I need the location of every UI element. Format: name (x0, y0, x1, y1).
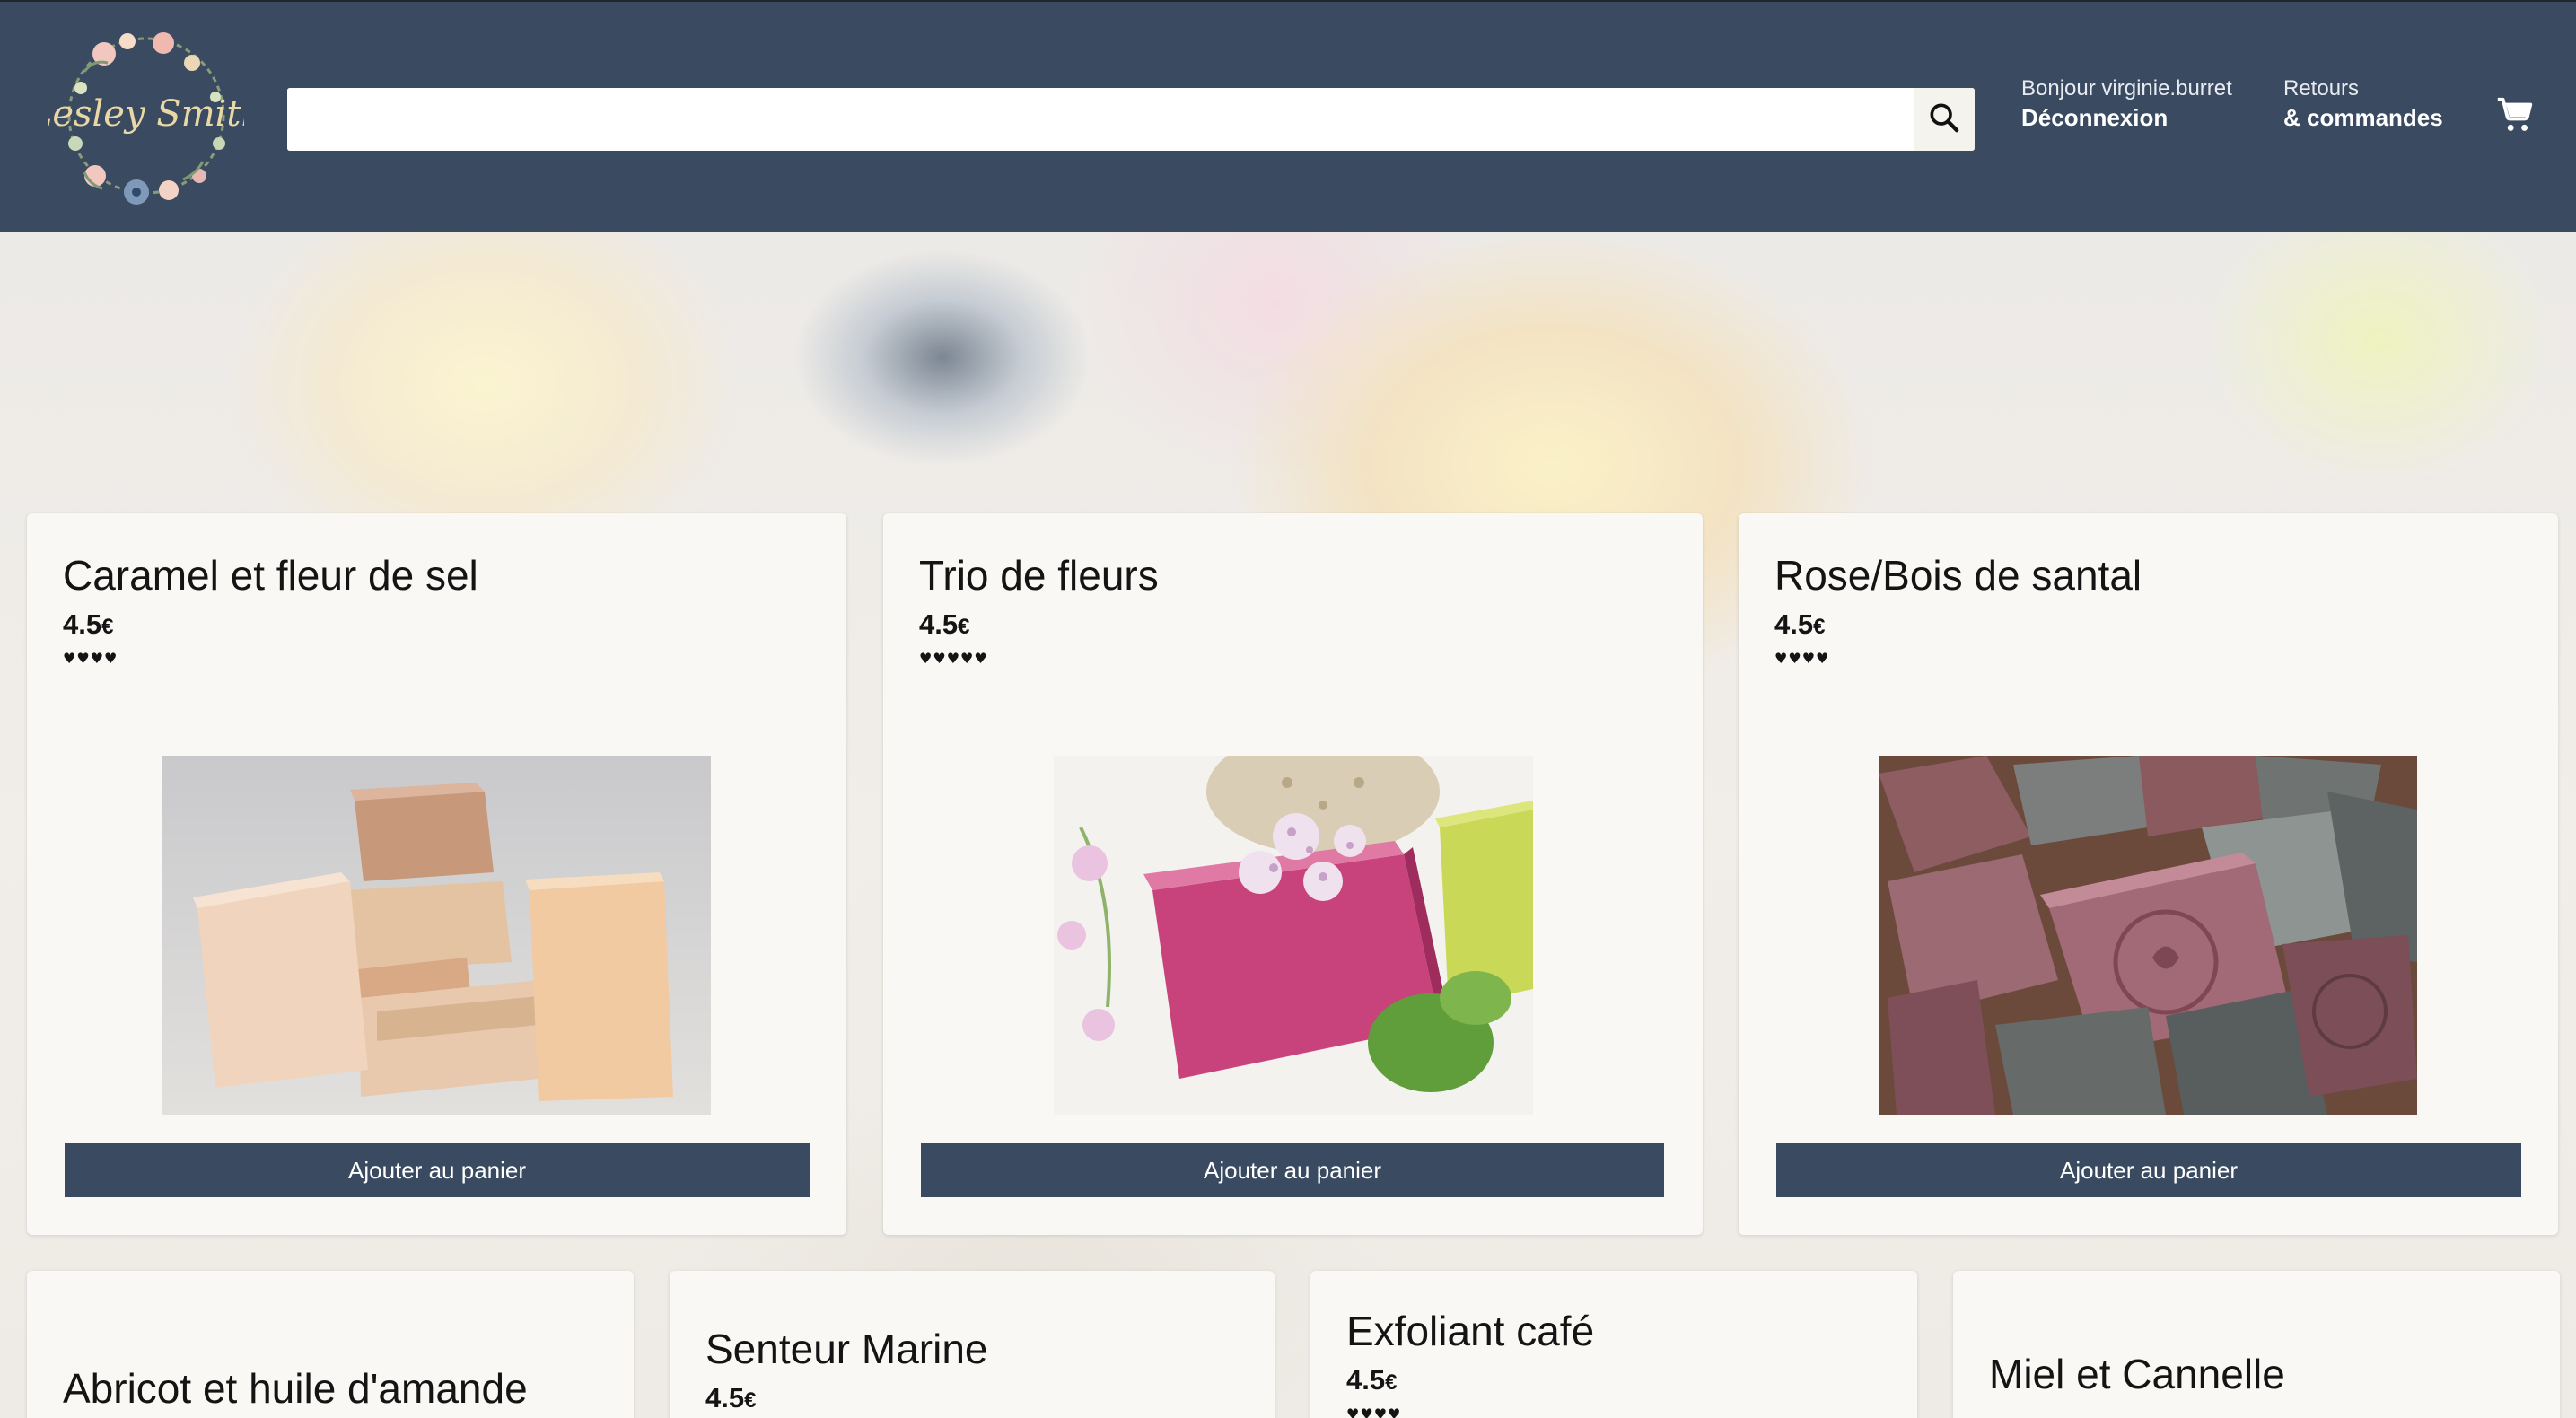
search-icon (1926, 100, 1962, 140)
account-greeting: Bonjour virginie.burret (2021, 76, 2232, 101)
product-price: 4.5€ (63, 608, 114, 640)
orders-label: & commandes (2283, 104, 2443, 131)
add-to-cart-button[interactable]: Ajouter au panier (65, 1143, 810, 1197)
brand-logo[interactable]: Lesley Smith (28, 18, 264, 214)
product-title[interactable]: Trio de fleurs (919, 551, 1159, 600)
product-title[interactable]: Senteur Marine (705, 1325, 988, 1373)
add-to-cart-button[interactable]: Ajouter au panier (1776, 1143, 2521, 1197)
logout-link[interactable]: Déconnexion (2021, 102, 2232, 133)
product-title[interactable]: Exfoliant café (1346, 1307, 1594, 1355)
product-image[interactable] (162, 756, 711, 1115)
product-price: 4.5€ (919, 608, 970, 640)
returns-orders-link[interactable]: Retours & commandes (2283, 75, 2443, 133)
account-menu[interactable]: Bonjour virginie.burret Déconnexion (2021, 75, 2232, 133)
product-title[interactable]: Rose/Bois de santal (1774, 551, 2142, 600)
add-to-cart-button[interactable]: Ajouter au panier (921, 1143, 1664, 1197)
product-card: Rose/Bois de santal 4.5€ ♥♥♥♥ Ajouter au… (1739, 513, 2558, 1235)
product-card: Trio de fleurs 4.5€ ♥♥♥♥♥ Ajouter au pan… (883, 513, 1703, 1235)
search-button[interactable] (1914, 88, 1975, 151)
product-price: 4.5€ (1346, 1364, 1398, 1396)
product-title[interactable]: Caramel et fleur de sel (63, 551, 478, 600)
product-card: Abricot et huile d'amande (27, 1271, 634, 1418)
product-title[interactable]: Miel et Cannelle (1989, 1350, 2285, 1398)
product-rating: ♥♥♥♥♥ (919, 650, 988, 667)
product-card: Miel et Cannelle (1953, 1271, 2560, 1418)
product-card: Exfoliant café 4.5€ ♥♥♥♥ (1310, 1271, 1917, 1418)
product-price: 4.5€ (705, 1382, 757, 1414)
svg-text:Lesley Smith: Lesley Smith (48, 93, 244, 135)
product-rating: ♥♥♥♥ (63, 650, 118, 667)
product-title[interactable]: Abricot et huile d'amande (63, 1364, 528, 1413)
product-rating: ♥♥♥♥ (1774, 650, 1830, 667)
product-card: Caramel et fleur de sel 4.5€ ♥♥♥♥ Ajoute… (27, 513, 846, 1235)
product-price: 4.5€ (1774, 608, 1826, 640)
search-bar (287, 88, 1975, 151)
top-header: Lesley Smith Bonjour virginie.burret Déc… (0, 0, 2576, 232)
product-rating: ♥♥♥♥ (1346, 1405, 1402, 1418)
search-input[interactable] (287, 88, 1914, 151)
product-image[interactable] (1054, 756, 1533, 1115)
returns-label: Retours (2283, 76, 2360, 101)
product-image[interactable] (1879, 756, 2417, 1115)
cart-button[interactable] (2490, 92, 2540, 142)
product-card: Senteur Marine 4.5€ (670, 1271, 1275, 1418)
shopping-cart-icon (2494, 94, 2536, 140)
